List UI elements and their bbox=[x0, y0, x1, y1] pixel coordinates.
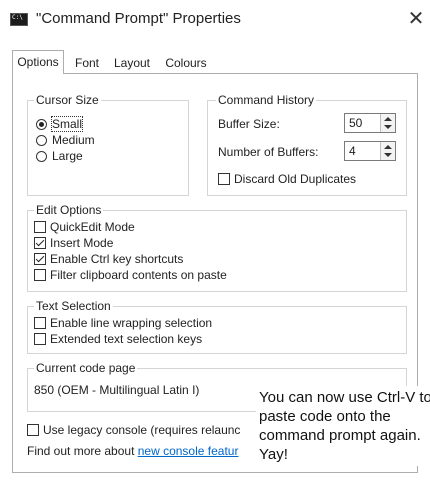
num-buffers-spinner[interactable]: 4 bbox=[344, 141, 396, 161]
text-selection-title: Text Selection bbox=[34, 299, 113, 313]
ctrl-shortcuts-label[interactable]: Enable Ctrl key shortcuts bbox=[50, 252, 183, 266]
edit-options-title: Edit Options bbox=[34, 203, 104, 217]
spin-up-icon[interactable] bbox=[384, 145, 392, 149]
spin-down-icon[interactable] bbox=[384, 125, 392, 129]
cursor-size-group: Cursor Size Small Medium Large bbox=[27, 93, 189, 196]
filter-clipboard-label[interactable]: Filter clipboard contents on paste bbox=[50, 268, 227, 282]
command-history-title: Command History bbox=[216, 93, 317, 107]
find-more-text: Find out more about new console featur bbox=[27, 444, 238, 458]
line-wrap-label[interactable]: Enable line wrapping selection bbox=[50, 316, 212, 330]
edit-options-group: Edit Options QuickEdit Mode Insert Mode … bbox=[27, 203, 407, 292]
radio-medium[interactable] bbox=[36, 135, 47, 146]
spin-up-icon[interactable] bbox=[384, 117, 392, 121]
buffer-size-value[interactable]: 50 bbox=[349, 116, 362, 130]
console-features-link[interactable]: new console featur bbox=[138, 444, 239, 458]
radio-large[interactable] bbox=[36, 151, 47, 162]
ctrl-shortcuts-checkbox[interactable] bbox=[34, 253, 46, 265]
code-page-value: 850 (OEM - Multilingual Latin I) bbox=[34, 383, 200, 397]
console-app-icon bbox=[10, 13, 28, 26]
text-selection-group: Text Selection Enable line wrapping sele… bbox=[27, 299, 407, 354]
tab-layout[interactable]: Layout bbox=[108, 53, 156, 73]
discard-duplicates-checkbox[interactable] bbox=[218, 173, 230, 185]
tab-font[interactable]: Font bbox=[68, 53, 106, 73]
command-history-group: Command History Buffer Size: 50 Number o… bbox=[207, 93, 407, 196]
find-more-prefix: Find out more about bbox=[27, 444, 138, 458]
tab-colours[interactable]: Colours bbox=[158, 53, 214, 73]
buffer-size-spinner[interactable]: 50 bbox=[344, 113, 396, 133]
caption-overlay: You can now use Ctrl-V to paste code ont… bbox=[256, 386, 430, 466]
extended-keys-label[interactable]: Extended text selection keys bbox=[50, 332, 202, 346]
filter-clipboard-checkbox[interactable] bbox=[34, 269, 46, 281]
spin-down-icon[interactable] bbox=[384, 153, 392, 157]
buffer-size-spin-buttons[interactable] bbox=[380, 114, 395, 132]
radio-small-label[interactable]: Small bbox=[50, 116, 84, 132]
quickedit-label[interactable]: QuickEdit Mode bbox=[50, 220, 135, 234]
radio-small[interactable] bbox=[36, 119, 47, 130]
code-page-title: Current code page bbox=[34, 361, 138, 375]
title-bar: "Command Prompt" Properties ✕ bbox=[0, 0, 430, 40]
legacy-console-label[interactable]: Use legacy console (requires relaunc bbox=[43, 423, 240, 437]
insert-mode-label[interactable]: Insert Mode bbox=[50, 236, 113, 250]
line-wrap-checkbox[interactable] bbox=[34, 317, 46, 329]
num-buffers-label: Number of Buffers: bbox=[218, 145, 319, 159]
extended-keys-checkbox[interactable] bbox=[34, 333, 46, 345]
radio-large-label[interactable]: Large bbox=[52, 149, 83, 163]
tab-options[interactable]: Options bbox=[12, 50, 64, 74]
buffer-size-label: Buffer Size: bbox=[218, 117, 280, 131]
window-title: "Command Prompt" Properties bbox=[36, 10, 241, 27]
legacy-console-checkbox[interactable] bbox=[27, 424, 39, 436]
num-buffers-spin-buttons[interactable] bbox=[380, 142, 395, 160]
quickedit-checkbox[interactable] bbox=[34, 221, 46, 233]
insert-mode-checkbox[interactable] bbox=[34, 237, 46, 249]
cursor-size-title: Cursor Size bbox=[34, 93, 101, 107]
close-button[interactable]: ✕ bbox=[404, 6, 428, 32]
num-buffers-value[interactable]: 4 bbox=[349, 144, 356, 158]
discard-duplicates-label[interactable]: Discard Old Duplicates bbox=[234, 172, 356, 186]
radio-medium-label[interactable]: Medium bbox=[52, 133, 95, 147]
